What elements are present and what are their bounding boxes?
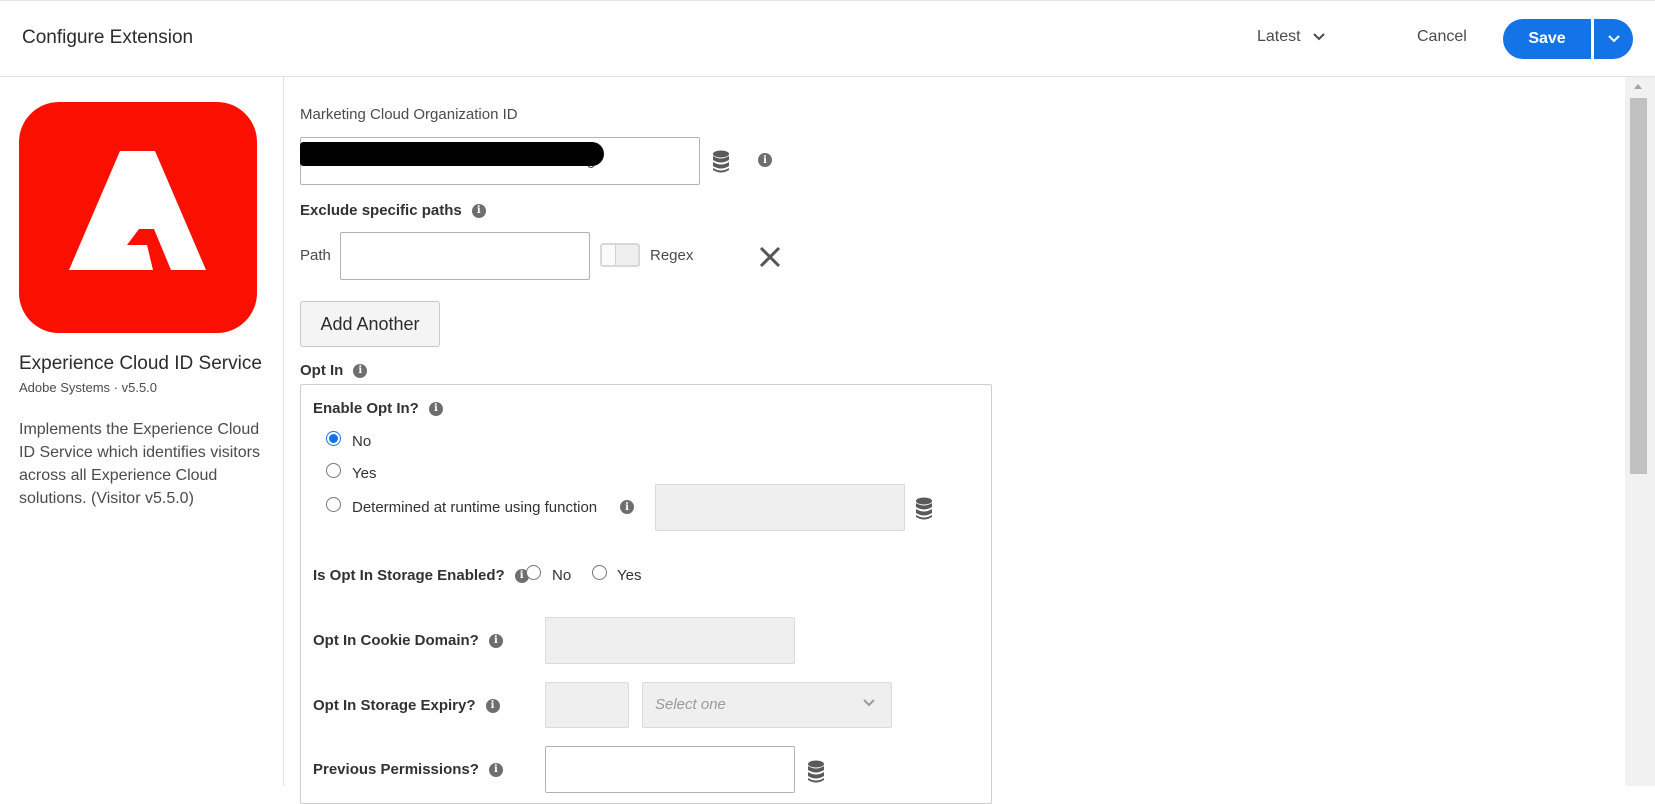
enable-opt-in-label: Enable Opt In? i bbox=[313, 400, 443, 417]
path-label: Path bbox=[300, 247, 331, 264]
regex-label: Regex bbox=[650, 247, 694, 264]
opt-in-panel bbox=[300, 384, 992, 804]
cookie-domain-label: Opt In Cookie Domain? i bbox=[313, 632, 503, 649]
enable-opt-in-yes-radio[interactable] bbox=[326, 463, 341, 478]
extension-description: Implements the Experience Cloud ID Servi… bbox=[19, 421, 260, 507]
storage-enabled-yes-radio[interactable] bbox=[592, 565, 607, 580]
chevron-down-icon bbox=[863, 699, 875, 707]
extension-sidebar: Experience Cloud ID Service Adobe System… bbox=[0, 77, 284, 786]
enable-opt-in-yes-label: Yes bbox=[352, 465, 377, 482]
info-icon[interactable]: i bbox=[488, 762, 503, 777]
info-icon[interactable]: i bbox=[471, 203, 486, 218]
extension-name: Experience Cloud ID Service bbox=[19, 353, 262, 374]
info-icon[interactable]: i bbox=[428, 401, 443, 416]
info-icon[interactable]: i bbox=[620, 500, 634, 514]
extension-publisher-version: Adobe Systems · v5.5.0 bbox=[19, 380, 158, 395]
data-element-icon[interactable] bbox=[915, 497, 933, 521]
adobe-logo bbox=[19, 102, 257, 333]
info-icon[interactable]: i bbox=[353, 363, 368, 378]
enable-opt-in-runtime-radio[interactable] bbox=[326, 497, 341, 512]
opt-in-function-input[interactable] bbox=[655, 484, 905, 531]
opt-in-section-label: Opt In i bbox=[300, 362, 368, 379]
storage-enabled-label: Is Opt In Storage Enabled? i bbox=[313, 567, 529, 584]
path-input[interactable] bbox=[340, 232, 590, 280]
scroll-up-arrow-icon[interactable] bbox=[1634, 84, 1642, 89]
org-id-label: Marketing Cloud Organization ID bbox=[300, 106, 518, 123]
chevron-down-icon bbox=[1607, 35, 1620, 43]
storage-expiry-label: Opt In Storage Expiry? i bbox=[313, 697, 500, 714]
main-scrollbar[interactable] bbox=[1625, 77, 1655, 786]
info-icon[interactable]: i bbox=[488, 633, 503, 648]
add-another-button[interactable]: Add Another bbox=[300, 301, 440, 347]
chevron-down-icon bbox=[1312, 33, 1325, 41]
remove-path-icon[interactable] bbox=[758, 245, 782, 269]
enable-opt-in-no-label: No bbox=[352, 433, 372, 450]
storage-expiry-unit-select[interactable]: Select one bbox=[642, 682, 892, 728]
storage-enabled-yes-label: Yes bbox=[617, 567, 642, 584]
cookie-domain-input[interactable] bbox=[545, 617, 795, 664]
save-options-button[interactable] bbox=[1594, 19, 1633, 59]
regex-toggle[interactable] bbox=[600, 243, 640, 267]
page-title: Configure Extension bbox=[22, 27, 194, 48]
redacted-org-id bbox=[300, 142, 604, 166]
save-button[interactable]: Save bbox=[1503, 19, 1591, 59]
data-element-icon[interactable] bbox=[712, 150, 730, 174]
info-icon[interactable]: i bbox=[485, 698, 500, 713]
cancel-button[interactable]: Cancel bbox=[1417, 28, 1467, 46]
scrollbar-thumb[interactable] bbox=[1630, 98, 1647, 474]
version-selector[interactable]: Latest bbox=[1257, 28, 1325, 46]
storage-expiry-unit-placeholder: Select one bbox=[655, 696, 726, 713]
version-selector-label: Latest bbox=[1257, 28, 1301, 45]
storage-enabled-no-label: No bbox=[552, 567, 572, 584]
info-icon[interactable]: i bbox=[758, 153, 772, 167]
previous-permissions-label: Previous Permissions? i bbox=[313, 761, 503, 778]
storage-expiry-input[interactable] bbox=[545, 682, 629, 728]
enable-opt-in-no-radio[interactable] bbox=[326, 431, 341, 446]
data-element-icon[interactable] bbox=[807, 760, 825, 784]
top-bar: Configure Extension Latest Cancel Save bbox=[0, 0, 1655, 77]
enable-opt-in-runtime-label: Determined at runtime using function bbox=[352, 499, 598, 516]
exclude-paths-label: Exclude specific paths i bbox=[300, 202, 486, 219]
storage-enabled-no-radio[interactable] bbox=[526, 565, 541, 580]
